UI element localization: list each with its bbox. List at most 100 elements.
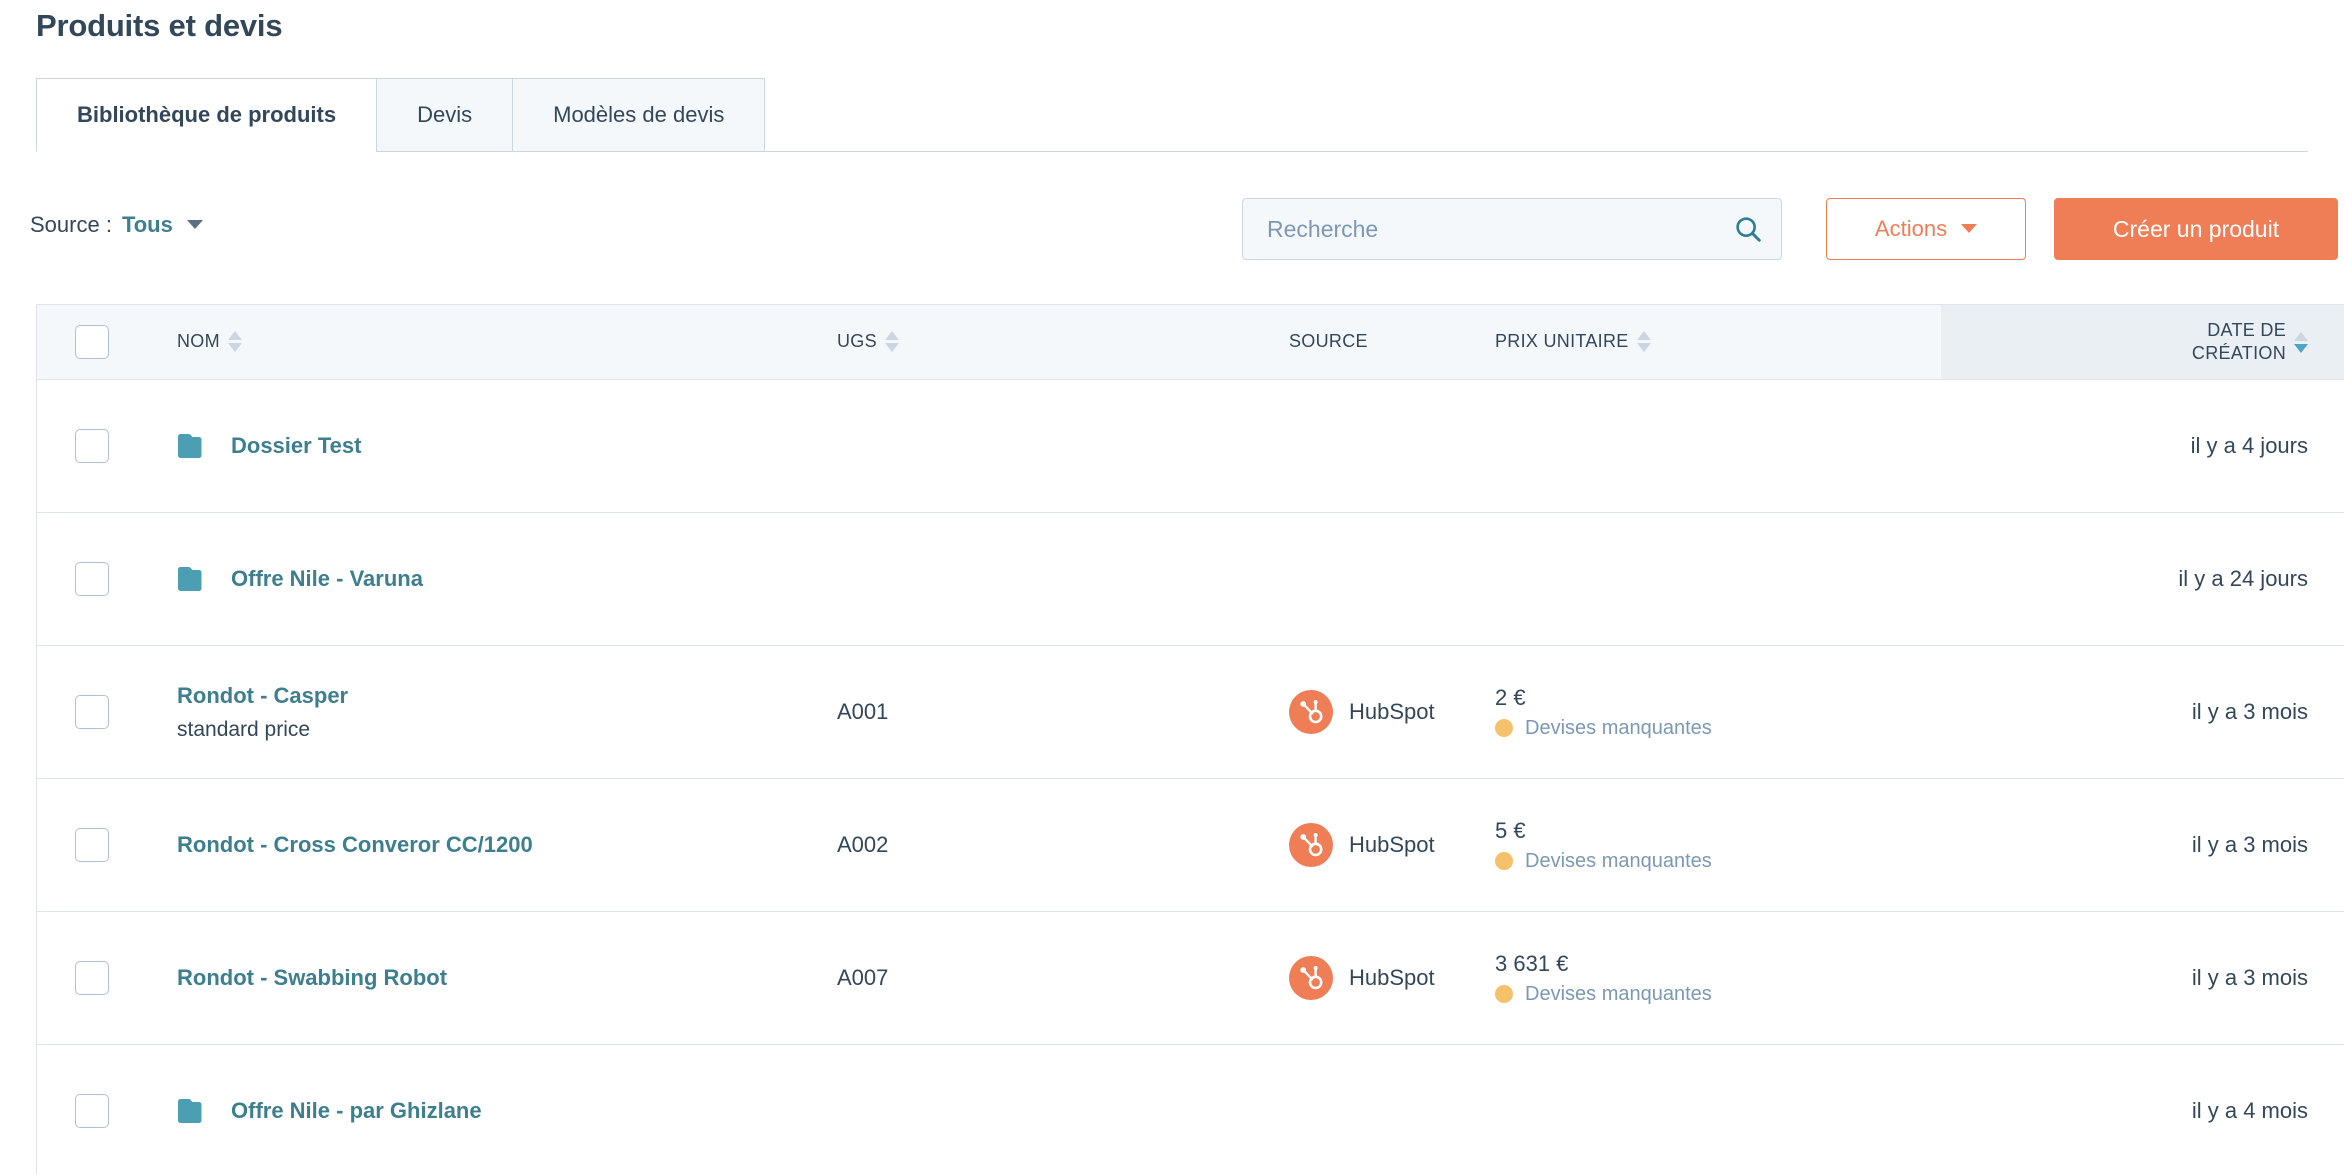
tab-devis[interactable]: Devis xyxy=(376,78,513,152)
row-date-cell: il y a 3 mois xyxy=(1941,832,2344,858)
row-date-cell: il y a 4 mois xyxy=(1941,1098,2344,1124)
row-ugs-value: A001 xyxy=(837,699,889,724)
search-input[interactable] xyxy=(1267,215,1733,243)
warning-dot-icon xyxy=(1495,852,1513,870)
column-header-source[interactable]: SOURCE xyxy=(1289,305,1495,379)
row-price-cell: 5 € Devises manquantes xyxy=(1495,818,1941,873)
row-select-cell xyxy=(37,695,147,729)
row-name-link[interactable]: Offre Nile - par Ghizlane xyxy=(231,1098,482,1124)
row-name-cell: Dossier Test xyxy=(147,432,837,460)
tab-bibliotheque-de-produits[interactable]: Bibliothèque de produits xyxy=(36,78,377,152)
row-checkbox[interactable] xyxy=(75,828,109,862)
row-ugs-cell: A007 xyxy=(837,965,1289,991)
create-product-button[interactable]: Créer un produit xyxy=(2054,198,2338,260)
row-name-link[interactable]: Rondot - Casper xyxy=(177,683,837,709)
products-table: NOM UGS SOURCE PRIX UNITAIRE DATE DE CRÉ… xyxy=(36,304,2344,1174)
column-header-label: PRIX UNITAIRE xyxy=(1495,331,1629,352)
row-price-warning: Devises manquantes xyxy=(1525,982,1712,1005)
row-name-cell: Rondot - Casper standard price xyxy=(147,683,837,742)
row-date-cell: il y a 4 jours xyxy=(1941,433,2344,459)
table-row[interactable]: Rondot - Casper standard price A001 HubS… xyxy=(37,646,2344,779)
row-date-value: il y a 24 jours xyxy=(2178,566,2308,591)
select-all-cell xyxy=(37,305,147,379)
row-checkbox[interactable] xyxy=(75,695,109,729)
row-date-cell: il y a 24 jours xyxy=(1941,566,2344,592)
create-product-button-label: Créer un produit xyxy=(2112,215,2280,242)
row-checkbox[interactable] xyxy=(75,961,109,995)
column-header-label: NOM xyxy=(177,331,220,352)
column-header-date-de-creation[interactable]: DATE DE CRÉATION xyxy=(1941,305,2344,379)
column-header-ugs[interactable]: UGS xyxy=(837,305,1289,379)
row-name-link[interactable]: Rondot - Cross Converor CC/1200 xyxy=(177,832,837,858)
table-row[interactable]: Dossier Test il y a 4 jours xyxy=(37,380,2344,513)
sort-toggle-icon[interactable] xyxy=(227,331,242,353)
row-name-cell: Offre Nile - par Ghizlane xyxy=(147,1097,837,1125)
row-price-value: 5 € xyxy=(1495,817,1526,843)
row-price-value: 2 € xyxy=(1495,684,1526,710)
select-all-checkbox[interactable] xyxy=(75,325,109,359)
row-name-link[interactable]: Dossier Test xyxy=(231,433,361,459)
search-box[interactable] xyxy=(1242,198,1782,260)
row-name-cell: Offre Nile - Varuna xyxy=(147,565,837,593)
sort-toggle-icon[interactable] xyxy=(2294,331,2308,353)
row-price-warning: Devises manquantes xyxy=(1525,849,1712,872)
row-date-value: il y a 3 mois xyxy=(2191,832,2308,857)
row-name-cell: Rondot - Cross Converor CC/1200 xyxy=(147,832,837,858)
folder-icon xyxy=(178,1099,202,1123)
tab-label: Modèles de devis xyxy=(553,102,725,127)
folder-icon xyxy=(178,434,202,458)
hubspot-logo-icon xyxy=(1289,956,1333,1000)
source-filter-value[interactable]: Tous xyxy=(122,212,173,238)
row-name-subtext: standard price xyxy=(177,717,311,741)
row-price-value: 3 631 € xyxy=(1495,950,1569,976)
row-name-link[interactable]: Offre Nile - Varuna xyxy=(231,566,423,592)
tab-modeles-de-devis[interactable]: Modèles de devis xyxy=(512,78,766,152)
column-header-prix-unitaire[interactable]: PRIX UNITAIRE xyxy=(1495,305,1941,379)
product-library-page: Produits et devis Bibliothèque de produi… xyxy=(0,0,2344,1174)
row-price-cell: 2 € Devises manquantes xyxy=(1495,685,1941,740)
table-row[interactable]: Rondot - Cross Converor CC/1200 A002 Hub… xyxy=(37,779,2344,912)
warning-dot-icon xyxy=(1495,719,1513,737)
sort-toggle-icon[interactable] xyxy=(884,331,899,353)
toolbar: Source : Tous Actions Créer un produit xyxy=(0,190,2344,276)
row-select-cell xyxy=(37,562,147,596)
chevron-down-icon xyxy=(1961,223,1978,233)
row-source-cell: HubSpot xyxy=(1289,690,1495,734)
row-name-link[interactable]: Rondot - Swabbing Robot xyxy=(177,965,837,991)
row-checkbox[interactable] xyxy=(75,562,109,596)
tab-bar: Bibliothèque de produits Devis Modèles d… xyxy=(36,78,2308,152)
table-row[interactable]: Rondot - Swabbing Robot A007 HubSpot 3 6… xyxy=(37,912,2344,1045)
row-checkbox[interactable] xyxy=(75,429,109,463)
row-source-value: HubSpot xyxy=(1349,965,1435,990)
row-date-value: il y a 4 jours xyxy=(2190,433,2308,458)
table-row[interactable]: Offre Nile - Varuna il y a 24 jours xyxy=(37,513,2344,646)
column-header-nom[interactable]: NOM xyxy=(147,305,837,379)
column-header-label: UGS xyxy=(837,331,877,352)
row-date-cell: il y a 3 mois xyxy=(1941,699,2344,725)
source-filter[interactable]: Source : Tous xyxy=(30,212,203,238)
row-select-cell xyxy=(37,828,147,862)
row-select-cell xyxy=(37,429,147,463)
row-date-value: il y a 3 mois xyxy=(2191,965,2308,990)
table-row[interactable]: Offre Nile - par Ghizlane il y a 4 mois xyxy=(37,1045,2344,1174)
row-ugs-cell: A001 xyxy=(837,699,1289,725)
row-source-value: HubSpot xyxy=(1349,699,1435,724)
row-date-value: il y a 3 mois xyxy=(2191,699,2308,724)
tab-label: Bibliothèque de produits xyxy=(77,102,337,127)
row-source-cell: HubSpot xyxy=(1289,823,1495,867)
row-select-cell xyxy=(37,961,147,995)
sort-toggle-icon[interactable] xyxy=(1636,331,1651,353)
row-checkbox[interactable] xyxy=(75,1094,109,1128)
tab-label: Devis xyxy=(417,102,473,127)
row-source-cell: HubSpot xyxy=(1289,956,1495,1000)
table-header-row: NOM UGS SOURCE PRIX UNITAIRE DATE DE CRÉ… xyxy=(37,304,2344,380)
source-filter-label: Source : xyxy=(30,212,112,237)
column-header-label: SOURCE xyxy=(1289,331,1368,352)
row-source-value: HubSpot xyxy=(1349,832,1435,857)
row-name-cell: Rondot - Swabbing Robot xyxy=(147,965,837,991)
actions-button[interactable]: Actions xyxy=(1826,198,2026,260)
row-ugs-value: A002 xyxy=(837,832,889,857)
row-price-warning: Devises manquantes xyxy=(1525,716,1712,739)
column-header-label: DATE DE CRÉATION xyxy=(2191,319,2286,363)
search-icon[interactable] xyxy=(1733,214,1763,244)
